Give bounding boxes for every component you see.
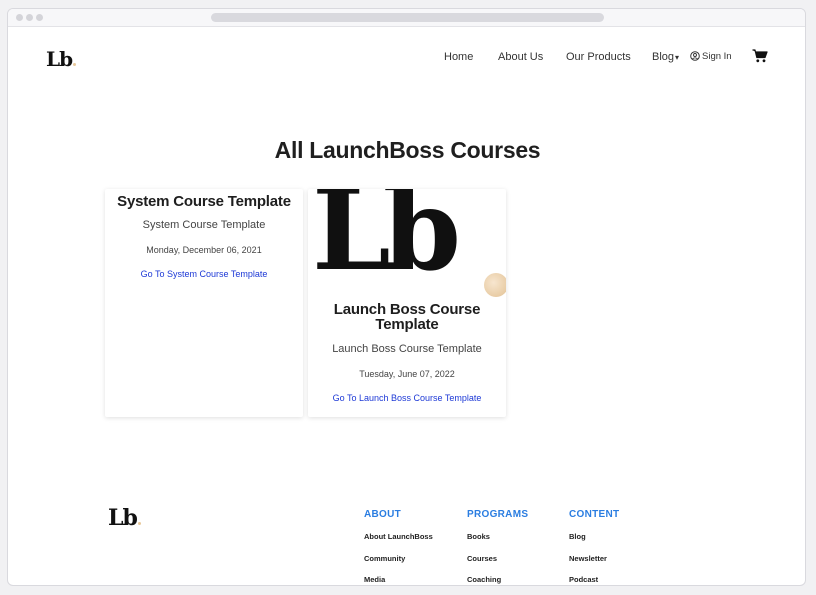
shopping-cart-icon [752,49,768,63]
window-control-dot[interactable] [26,14,33,21]
nav-our-products[interactable]: Our Products [566,51,631,63]
footer-column-content: CONTENT Blog Newsletter Podcast [569,509,620,585]
logo-dot [137,522,141,525]
browser-window: Lb Home About Us Our Products Blog▾ Sign… [7,8,806,586]
cart-button[interactable] [752,49,768,68]
nav-home[interactable]: Home [444,51,473,63]
nav-blog[interactable]: Blog▾ [652,51,679,63]
nav-blog-label: Blog [652,51,675,63]
logo-text: Lb [46,47,73,71]
footer-link[interactable]: Courses [467,554,528,563]
footer-link[interactable]: Coaching [467,575,528,584]
footer-heading: ABOUT [364,509,402,520]
window-control-dot[interactable] [36,14,43,21]
course-image-logo-dot [484,273,506,297]
footer-heading: CONTENT [569,509,620,520]
footer-heading: PROGRAMS [467,509,529,520]
sign-in-link[interactable]: Sign In [690,51,732,62]
footer-column-about: ABOUT About LaunchBoss Community Media [364,509,433,585]
logo-text: Lb [108,505,138,531]
logo-dot [73,63,77,66]
footer-link[interactable]: Podcast [569,575,619,584]
course-card: System Course Template System Course Tem… [105,189,303,417]
course-link[interactable]: Go To Launch Boss Course Template [308,393,506,403]
course-date: Tuesday, June 07, 2022 [359,369,455,379]
footer-link[interactable]: Community [364,554,433,563]
course-image[interactable]: Lb [308,189,506,299]
sign-in-label: Sign In [702,51,732,62]
footer-link[interactable]: About LaunchBoss [364,532,433,541]
course-subtitle: System Course Template [142,219,266,231]
chevron-down-icon: ▾ [675,53,680,62]
site-logo[interactable]: Lb [46,47,77,71]
nav-about-us[interactable]: About Us [498,51,543,63]
footer-column-programs: PROGRAMS Books Courses Coaching [467,509,529,585]
course-card: Lb Launch Boss Course Template Launch Bo… [308,189,506,417]
course-link[interactable]: Go To System Course Template [105,269,303,279]
footer-logo[interactable]: Lb [108,505,141,531]
footer-link[interactable]: Books [467,532,528,541]
course-subtitle: Launch Boss Course Template [332,343,482,355]
course-heading: Launch Boss Course Template [333,301,481,333]
page-title: All LaunchBoss Courses [274,137,541,163]
course-heading: System Course Template [117,193,291,210]
browser-chrome [8,9,805,27]
user-circle-icon [690,51,700,61]
footer-link[interactable]: Blog [569,532,619,541]
footer-link[interactable]: Newsletter [569,554,619,563]
window-control-dot[interactable] [16,14,23,21]
course-date: Monday, December 06, 2021 [146,245,262,255]
footer-link[interactable]: Media [364,575,433,584]
address-bar[interactable] [211,13,604,22]
course-image-logo: Lb [312,189,461,296]
